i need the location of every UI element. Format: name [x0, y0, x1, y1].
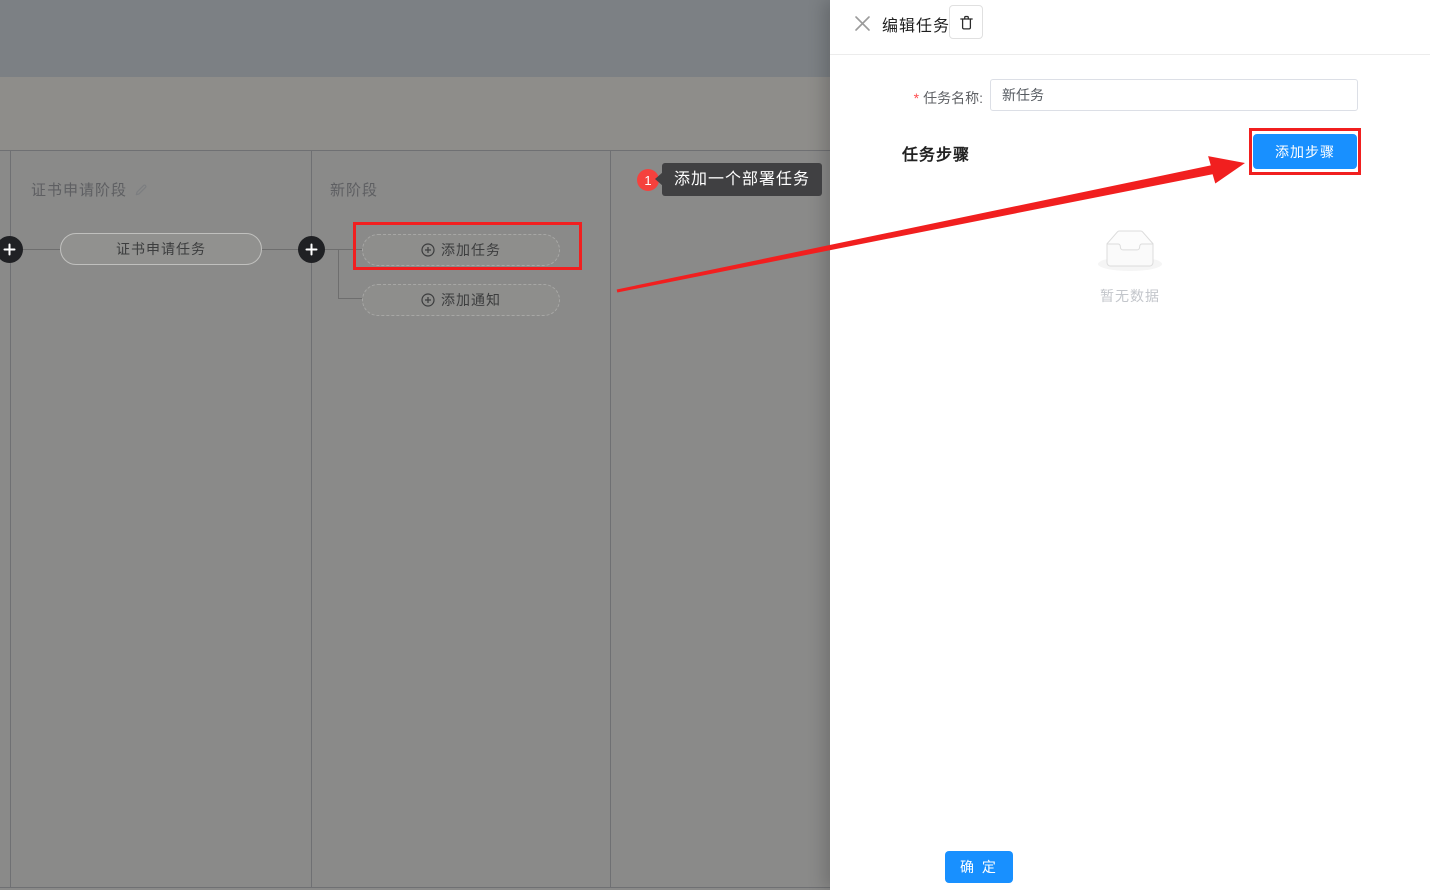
plus-icon	[3, 243, 16, 256]
close-x-glyph	[854, 15, 871, 32]
empty-state: 暂无数据	[830, 230, 1430, 306]
task-name-label: *任务名称:	[830, 88, 983, 108]
edit-task-drawer: 编辑任务 *任务名称: 任务步骤 添加步骤 暂无数据 确 定	[830, 0, 1430, 890]
edit-pencil-icon[interactable]	[134, 183, 148, 197]
stage-divider	[610, 150, 611, 887]
delete-task-button[interactable]	[949, 5, 983, 39]
stage-title-cert-apply: 证书申请阶段	[31, 179, 148, 200]
close-icon[interactable]	[852, 13, 872, 33]
confirm-button[interactable]: 确 定	[945, 851, 1013, 883]
add-stage-plus-button[interactable]	[298, 236, 325, 263]
add-notification-label: 添加通知	[441, 290, 501, 310]
stage-bottom-border	[0, 887, 830, 888]
task-name-input[interactable]	[990, 79, 1358, 111]
connector-line	[338, 249, 339, 299]
connector-line	[325, 249, 362, 250]
stage-title-text: 证书申请阶段	[31, 179, 127, 200]
trash-icon	[958, 14, 975, 31]
add-notification-button[interactable]: 添加通知	[362, 284, 560, 316]
circle-plus-icon	[421, 293, 435, 307]
add-task-label: 添加任务	[441, 240, 501, 260]
drawer-title: 编辑任务	[882, 0, 950, 55]
required-asterisk: *	[914, 90, 919, 106]
add-task-button[interactable]: 添加任务	[362, 234, 560, 266]
stage-title-text: 新阶段	[330, 179, 378, 200]
add-step-button[interactable]: 添加步骤	[1253, 134, 1357, 169]
connector-line	[338, 298, 362, 299]
task-node-cert-apply[interactable]: 证书申请任务	[60, 233, 262, 265]
circle-plus-icon	[421, 243, 435, 257]
task-node-label: 证书申请任务	[116, 239, 206, 259]
task-steps-heading: 任务步骤	[902, 141, 970, 165]
empty-text: 暂无数据	[830, 286, 1430, 306]
stage-title-new-stage: 新阶段	[330, 179, 378, 200]
drawer-header: 编辑任务	[830, 0, 1430, 55]
empty-box-icon	[1098, 230, 1162, 271]
plus-icon	[305, 243, 318, 256]
guide-tooltip: 添加一个部署任务	[662, 163, 822, 196]
